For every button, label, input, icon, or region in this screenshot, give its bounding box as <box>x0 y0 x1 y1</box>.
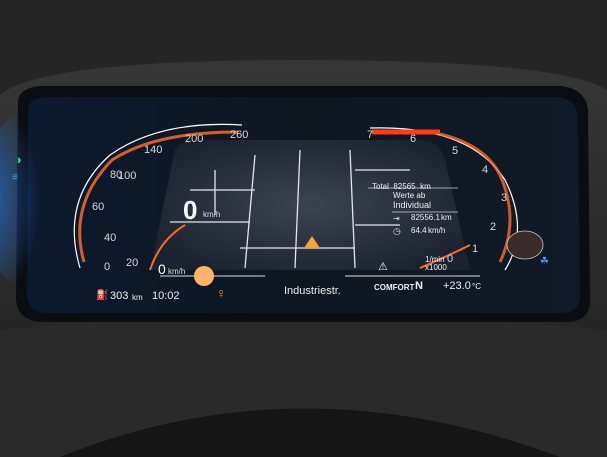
trip-total-value: 82565 <box>393 182 416 191</box>
clock-display: 10:02 <box>152 290 180 302</box>
rpm-tick-3: 3 <box>501 192 508 204</box>
headlight-icon: ◑ <box>14 152 22 167</box>
trip-total-label: Total <box>372 182 389 191</box>
speed-tick-20: 20 <box>126 257 139 269</box>
speed-value: 0 <box>183 195 198 225</box>
speed-tick-260: 260 <box>230 129 249 141</box>
gear-indicator: N <box>415 280 423 292</box>
trip-distance-unit: km <box>441 213 452 222</box>
trip-distance-value: 82556.1 <box>411 213 440 222</box>
speed-tick-60: 60 <box>92 201 105 213</box>
street-name: Industriestr. <box>284 285 341 297</box>
rpm-tick-0: 0 <box>447 253 454 265</box>
rpm-unit-line2: x1000 <box>425 263 447 272</box>
speed-tick-100: 100 <box>118 170 137 182</box>
trip-header-line2: Individual <box>393 200 432 210</box>
seatbelt-warning-icon: ♀ <box>216 285 227 301</box>
range-unit: km <box>132 293 143 302</box>
temperature-unit: °C <box>472 282 481 291</box>
trip-avg-speed-value: 64.4 <box>411 226 427 235</box>
trip-header-line1: Werte ab <box>393 191 426 200</box>
ambient-light-orb <box>194 266 214 286</box>
rpm-tick-4: 4 <box>482 164 489 176</box>
needle-speed-value: 0 <box>158 261 166 277</box>
rpm-tick-2: 2 <box>490 221 497 233</box>
rpm-tick-6: 6 <box>410 133 417 145</box>
auto-beam-icon: ≡ <box>12 172 18 183</box>
needle-speed-unit: km/h <box>168 267 186 276</box>
hazard-triangle-icon: ⚠ <box>378 261 388 273</box>
range-value: 303 <box>110 290 129 302</box>
speed-unit: km/h <box>203 210 221 219</box>
distance-arrow-icon: ⇥ <box>393 214 400 223</box>
cluster-graphics <box>0 0 607 457</box>
trip-avg-speed-unit: km/h <box>428 226 446 235</box>
speed-tick-140: 140 <box>144 144 163 156</box>
instrument-cluster-photo: 0 20 40 60 80 . 100 140 200 260 0 km/h 0… <box>0 0 607 457</box>
speed-tick-40: 40 <box>104 232 117 244</box>
outside-temperature: +23.0 <box>443 280 471 292</box>
fuel-gauge-lens <box>506 230 544 260</box>
rpm-tick-7: 7 <box>367 129 374 141</box>
eco-drive-icon: ☘ <box>540 256 549 267</box>
speed-tick-200: 200 <box>185 133 204 145</box>
average-speed-icon: ◷ <box>393 226 401 236</box>
trip-total-unit: km <box>420 182 431 191</box>
rpm-tick-1: 1 <box>472 243 479 255</box>
fuel-pump-icon: ⛽ <box>96 290 109 301</box>
rpm-tick-5: 5 <box>452 145 459 157</box>
speed-tick-0: 0 <box>104 261 111 273</box>
drive-mode: COMFORT <box>374 283 415 292</box>
